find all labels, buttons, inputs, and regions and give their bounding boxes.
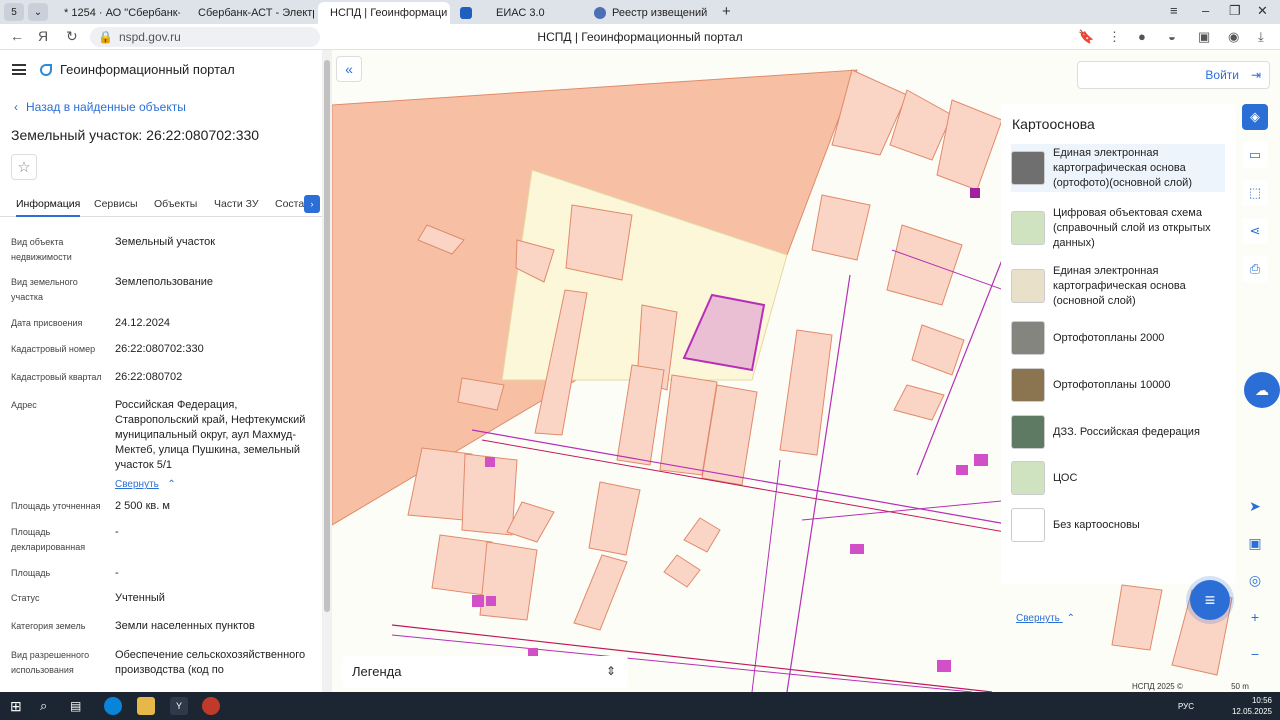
address-collapse-link[interactable]: Свернуть ⌃ — [115, 474, 176, 492]
basemap-option[interactable]: ЦОС — [1011, 460, 1225, 496]
object-title: Земельный участок: 26:22:080702:330 — [11, 127, 260, 143]
basemap-option[interactable]: Ортофотопланы 10000 — [1011, 367, 1225, 403]
tab-info[interactable]: Информация — [16, 198, 81, 217]
area-select-icon[interactable]: ⬚ — [1242, 180, 1268, 206]
panel-header: Геоинформационный портал — [12, 62, 235, 77]
portal-title: Геоинформационный портал — [60, 62, 235, 77]
map-attribution: НСПД 2025 © 50 m — [1132, 682, 1249, 691]
gov-favicon-icon — [594, 7, 606, 19]
legend-bar[interactable]: Легенда ⇕ — [342, 656, 628, 688]
basemap-panel: Картооснова Единая электронная картограф… — [1001, 104, 1236, 624]
collections-icon[interactable]: ▣ — [1198, 29, 1210, 45]
tray-time: 10:56 — [1251, 696, 1272, 705]
extension-icon[interactable]: ● — [1138, 29, 1146, 44]
locate-arrow-icon[interactable]: ➤ — [1244, 488, 1266, 525]
favorite-star-icon[interactable]: ☆ — [11, 154, 37, 180]
browser-tab-bar: 5 ⌄ * 1254 · АО "Сбербанк-АТ Сбербанк-АС… — [0, 0, 1280, 24]
downloads-icon[interactable]: ⤓ — [1258, 29, 1264, 45]
print-icon[interactable]: ⎙ — [1242, 256, 1268, 282]
basemap-thumbnail — [1011, 368, 1045, 402]
file-explorer-icon[interactable] — [137, 697, 155, 715]
assistant-icon[interactable]: ☁ — [1244, 372, 1280, 408]
tab-objects[interactable]: Объекты — [154, 198, 197, 210]
basemap-thumbnail — [1011, 508, 1045, 542]
chevron-left-icon: ‹ — [14, 100, 18, 114]
zoom-out-icon[interactable]: − — [1244, 636, 1266, 673]
login-icon: ⇥ — [1250, 68, 1261, 82]
geolocation-icon[interactable]: ◎ — [1244, 562, 1266, 599]
object-tabs: Информация Сервисы Объекты Части ЗУ Сост… — [0, 195, 322, 217]
basemap-collapse-link[interactable]: Свернуть ⌃ — [1016, 613, 1075, 624]
basemap-thumbnail — [1011, 269, 1045, 303]
minimap-icon[interactable]: ▣ — [1244, 525, 1266, 562]
chevron-up-icon: ⌃ — [167, 479, 176, 490]
chat-icon[interactable]: ≡ — [1190, 580, 1230, 620]
windows-taskbar: ⊞ ⌕ ▤ Y РУС 10:56 12.05.2025 — [0, 692, 1280, 720]
tab-sberbank-ast-1[interactable]: * 1254 · АО "Сбербанк-АТ — [52, 2, 180, 24]
panel-scrollbar[interactable] — [322, 50, 332, 692]
basemap-thumbnail — [1011, 461, 1045, 495]
map-canvas[interactable]: « Войти ⇥ Картооснова Единая электронная… — [332, 50, 1280, 692]
tab-parts[interactable]: Части ЗУ — [214, 198, 259, 210]
system-tray: РУС 10:56 12.05.2025 — [1178, 695, 1272, 717]
collapse-panel-button[interactable]: « — [336, 56, 362, 82]
tab-reestr[interactable]: Реестр извещений — [588, 2, 718, 24]
basemap-option[interactable]: Ортофотопланы 2000 — [1011, 320, 1225, 356]
yandex-browser-icon[interactable]: Y — [170, 697, 188, 715]
scrollbar-thumb[interactable] — [324, 60, 330, 612]
chevron-up-icon: ⌃ — [1066, 613, 1076, 624]
basemap-thumbnail — [1011, 415, 1045, 449]
basemap-option[interactable]: Единая электронная картографическая осно… — [1011, 144, 1225, 192]
basemap-option[interactable]: Без картоосновы — [1011, 507, 1225, 543]
bookmark-icon[interactable]: 🔖 — [1078, 29, 1094, 45]
basemap-option[interactable]: ДЗЗ. Российская федерация — [1011, 414, 1225, 450]
task-view-icon[interactable]: ▤ — [70, 697, 88, 715]
restore-icon[interactable]: ❐ — [1229, 3, 1241, 19]
tray-date: 12.05.2025 — [1231, 707, 1272, 716]
edge-icon[interactable] — [104, 697, 122, 715]
basemap-option[interactable]: Единая электронная картографическая осно… — [1011, 262, 1225, 310]
menu-icon[interactable]: ≡ — [1170, 3, 1178, 18]
tab-composition[interactable]: Соста — [275, 198, 304, 210]
object-info-panel: Геоинформационный портал ‹ Назад в найден… — [0, 50, 322, 692]
layers-icon[interactable]: ◈ — [1242, 104, 1268, 130]
basemap-thumbnail — [1011, 151, 1045, 185]
close-window-icon[interactable]: ✕ — [1257, 3, 1268, 19]
map-tools: ◈ ▭ ⬚ ⋖ ⎙ — [1242, 104, 1270, 294]
hamburger-menu-icon[interactable] — [12, 64, 26, 75]
tab-count-badge[interactable]: 5 — [4, 3, 24, 21]
address-bar: ← Я ↻ 🔒 nspd.gov.ru НСПД | Геоинформацио… — [0, 24, 1280, 50]
search-icon[interactable]: ⌕ — [40, 697, 58, 715]
tabs-scroll-right-icon[interactable]: › — [304, 195, 320, 213]
eias-favicon-icon — [460, 7, 472, 19]
basemap-thumbnail — [1011, 211, 1045, 245]
share-icon[interactable]: ⋖ — [1242, 218, 1268, 244]
map-side-controls: ➤ ▣ ◎ + − — [1244, 488, 1266, 673]
tab-sberbank-ast-2[interactable]: Сбербанк-АСТ - Электро — [186, 2, 314, 24]
ruler-icon[interactable]: ▭ — [1242, 142, 1268, 168]
basemap-title: Картооснова — [1012, 116, 1095, 132]
tray-lang[interactable]: РУС — [1178, 701, 1194, 712]
app-icon[interactable] — [202, 697, 220, 715]
tab-services[interactable]: Сервисы — [94, 198, 138, 210]
basemap-thumbnail — [1011, 321, 1045, 355]
extension-icon[interactable]: ◒ — [1168, 29, 1176, 44]
tab-list-chevron-icon[interactable]: ⌄ — [28, 3, 48, 21]
more-menu-icon[interactable]: ⋮ — [1108, 29, 1121, 45]
new-tab-plus-icon[interactable]: + — [722, 3, 731, 20]
expand-legend-icon[interactable]: ⇕ — [606, 664, 616, 678]
zoom-in-icon[interactable]: + — [1244, 599, 1266, 636]
back-to-results-link[interactable]: ‹ Назад в найденные объекты — [14, 100, 186, 114]
extension-icon[interactable]: ◉ — [1228, 29, 1239, 45]
basemap-option[interactable]: Цифровая объектовая схема (справочный сл… — [1011, 204, 1225, 252]
minimize-icon[interactable]: – — [1202, 3, 1209, 18]
tab-eias[interactable]: ЕИАС 3.0 — [454, 2, 584, 24]
windows-start-icon[interactable]: ⊞ — [10, 697, 28, 715]
login-button[interactable]: Войти ⇥ — [1077, 61, 1270, 89]
portal-logo-icon — [40, 63, 52, 76]
tab-nspd[interactable]: НСПД | Геоинформаци ✕ — [318, 2, 450, 24]
